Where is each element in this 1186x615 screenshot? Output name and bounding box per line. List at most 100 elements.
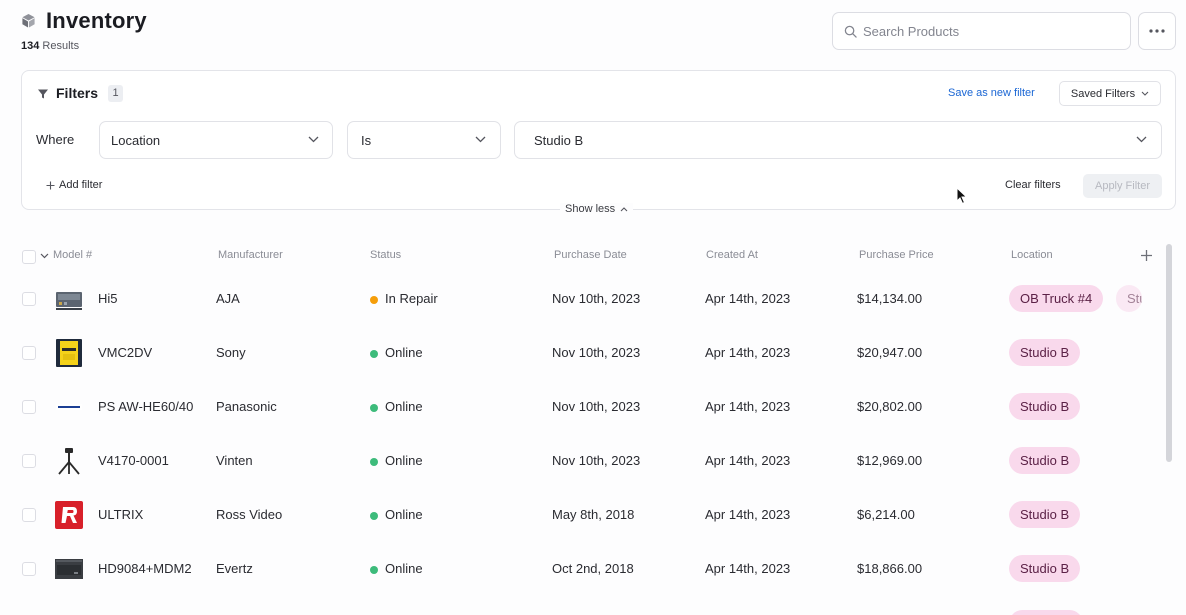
box-thumbnail-icon (56, 339, 82, 367)
show-less-toggle[interactable]: Show less (560, 203, 634, 215)
filter-icon (38, 89, 48, 99)
tripod-thumbnail-icon (58, 448, 80, 475)
filters-count-badge: 1 (108, 85, 123, 102)
location-tag[interactable]: Studio B (1009, 501, 1081, 528)
table-row[interactable]: VMC2DV Sony Online Nov 10th, 2023 Apr 14… (0, 326, 1160, 380)
status-cell: Online (385, 453, 423, 468)
purchase-date-cell: Nov 10th, 2023 (552, 453, 641, 468)
status-dot-icon (370, 350, 378, 358)
table-row[interactable]: Hi5 AJA In Repair Nov 10th, 2023 Apr 14t… (0, 272, 1160, 326)
filter-operator-select[interactable]: Is (347, 121, 501, 159)
purchase-date-cell: Oct 2nd, 2018 (552, 561, 634, 576)
row-checkbox[interactable] (22, 292, 36, 306)
status-cell: Online (385, 561, 423, 576)
clear-filters-button[interactable]: Clear filters (1005, 179, 1061, 191)
table-row[interactable]: ULTRIX Ross Video Online May 8th, 2018 A… (0, 488, 1160, 542)
plus-icon (46, 181, 55, 189)
location-tag-partial (1009, 610, 1083, 615)
filter-field-select[interactable]: Location (99, 121, 333, 159)
filters-panel: Filters 1 Save as new filter Saved Filte… (21, 70, 1176, 210)
row-checkbox[interactable] (22, 454, 36, 468)
more-options-button[interactable] (1138, 12, 1176, 50)
row-checkbox[interactable] (22, 346, 36, 360)
manufacturer-cell: Sony (216, 345, 246, 360)
location-tag[interactable]: Studio B (1009, 555, 1081, 582)
status-cell: Online (385, 345, 423, 360)
row-checkbox[interactable] (22, 562, 36, 576)
column-header-created-at[interactable]: Created At (706, 249, 758, 261)
column-header-purchase-date[interactable]: Purchase Date (554, 249, 627, 261)
status-dot-icon (370, 566, 378, 574)
created-at-cell: Apr 14th, 2023 (705, 399, 791, 414)
manufacturer-cell: Panasonic (216, 399, 277, 414)
table-row[interactable]: HD9084+MDM2 Evertz Online Oct 2nd, 2018 … (0, 542, 1160, 596)
location-tag[interactable]: Studio B (1009, 393, 1081, 420)
ross-logo-icon (55, 501, 83, 529)
status-dot-icon (370, 458, 378, 466)
model-cell: V4170-0001 (98, 453, 169, 468)
price-cell: $14,134.00 (857, 291, 923, 306)
model-cell: VMC2DV (98, 345, 153, 360)
filters-title: Filters (56, 85, 99, 101)
vertical-scrollbar[interactable] (1166, 244, 1172, 462)
purchase-date-cell: May 8th, 2018 (552, 507, 635, 522)
row-checkbox[interactable] (22, 508, 36, 522)
show-less-label: Show less (565, 203, 616, 215)
location-tag[interactable]: Studio B (1009, 339, 1081, 366)
status-cell: Online (385, 507, 423, 522)
price-cell: $18,866.00 (857, 561, 923, 576)
created-at-cell: Apr 14th, 2023 (705, 507, 791, 522)
saved-filters-dropdown[interactable]: Saved Filters (1059, 81, 1161, 106)
column-header-status[interactable]: Status (370, 249, 401, 261)
ellipsis-icon (1149, 29, 1165, 33)
search-box[interactable] (832, 12, 1131, 50)
chevron-down-icon (1136, 136, 1147, 143)
model-cell: PS AW-HE60/40 (98, 399, 194, 414)
add-filter-label: Add filter (59, 179, 103, 191)
purchase-date-cell: Nov 10th, 2023 (552, 399, 641, 414)
add-column-icon[interactable] (1140, 249, 1153, 262)
page-title: Inventory (46, 8, 147, 33)
column-header-location[interactable]: Location (1011, 249, 1053, 261)
status-cell: In Repair (385, 291, 438, 306)
purchase-date-cell: Nov 10th, 2023 (552, 291, 641, 306)
status-dot-icon (370, 512, 378, 520)
select-all-checkbox[interactable] (22, 250, 36, 264)
location-tag[interactable]: Studio B (1009, 447, 1081, 474)
manufacturer-cell: AJA (216, 291, 240, 306)
location-tag[interactable]: OB Truck #4 (1009, 285, 1104, 312)
chevron-down-icon[interactable] (40, 253, 49, 259)
inventory-table: Model # Manufacturer Status Purchase Dat… (0, 240, 1186, 615)
price-cell: $20,947.00 (857, 345, 923, 360)
table-row[interactable]: PS AW-HE60/40 Panasonic Online Nov 10th,… (0, 380, 1160, 434)
status-cell: Online (385, 399, 423, 414)
search-input[interactable] (863, 21, 1121, 41)
add-filter-button[interactable]: Add filter (46, 179, 102, 191)
page-header: Inventory 134 Results (0, 0, 1186, 70)
save-as-new-filter-link[interactable]: Save as new filter (948, 87, 1035, 99)
created-at-cell: Apr 14th, 2023 (705, 291, 791, 306)
price-cell: $20,802.00 (857, 399, 923, 414)
chevron-down-icon (475, 136, 486, 143)
chevron-up-icon (620, 206, 628, 211)
model-cell: HD9084+MDM2 (98, 561, 192, 576)
filter-operator-value: Is (361, 133, 372, 148)
column-header-purchase-price[interactable]: Purchase Price (859, 249, 934, 261)
column-header-model[interactable]: Model # (53, 249, 92, 261)
location-tag[interactable]: Stu (1116, 285, 1142, 312)
price-cell: $6,214.00 (857, 507, 915, 522)
chevron-down-icon (308, 136, 319, 143)
saved-filters-label: Saved Filters (1070, 87, 1136, 100)
apply-filter-button[interactable]: Apply Filter (1083, 174, 1162, 198)
manufacturer-cell: Vinten (216, 453, 253, 468)
results-count: 134 Results (21, 40, 80, 52)
row-checkbox[interactable] (22, 400, 36, 414)
created-at-cell: Apr 14th, 2023 (705, 345, 791, 360)
filter-value-select[interactable]: Studio B (514, 121, 1162, 159)
model-cell: Hi5 (98, 291, 118, 306)
table-row[interactable]: V4170-0001 Vinten Online Nov 10th, 2023 … (0, 434, 1160, 488)
column-header-manufacturer[interactable]: Manufacturer (218, 249, 283, 261)
created-at-cell: Apr 14th, 2023 (705, 453, 791, 468)
purchase-date-cell: Nov 10th, 2023 (552, 345, 641, 360)
cube-icon (22, 13, 35, 28)
